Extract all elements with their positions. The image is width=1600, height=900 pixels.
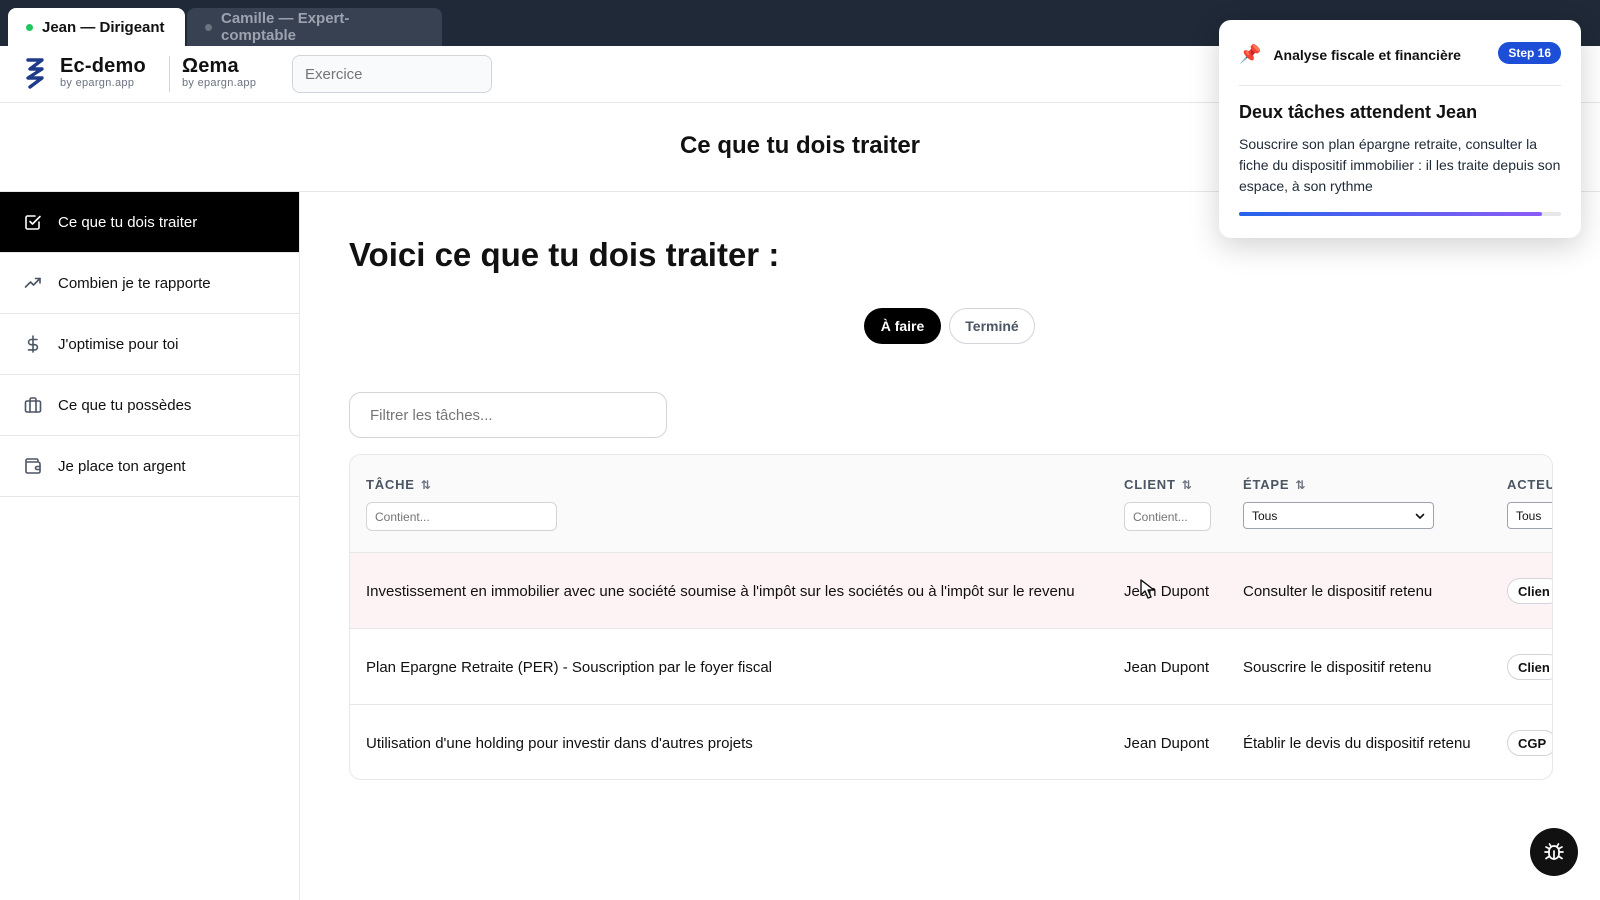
column-header-task[interactable]: TÂCHE ⇅ bbox=[366, 477, 432, 492]
column-header-actor[interactable]: ACTEU bbox=[1507, 477, 1553, 492]
brand-divider bbox=[169, 56, 170, 92]
sidebar-item-ce-que-tu-dois-traiter[interactable]: Ce que tu dois traiter bbox=[0, 192, 299, 253]
sort-icon[interactable]: ⇅ bbox=[1295, 478, 1306, 492]
sidebar-item-label: J'optimise pour toi bbox=[58, 335, 179, 353]
actor-badge: Clien bbox=[1507, 654, 1552, 680]
tasks-table: TÂCHE ⇅ CLIENT ⇅ ÉTAPE ⇅ Tous ACTEU Tous… bbox=[349, 454, 1553, 780]
pushpin-icon: 📌 bbox=[1239, 44, 1262, 64]
column-header-client[interactable]: CLIENT ⇅ bbox=[1124, 477, 1193, 492]
client-column-filter[interactable] bbox=[1124, 502, 1211, 531]
table-row[interactable]: Plan Epargne Retraite (PER) - Souscripti… bbox=[350, 629, 1552, 705]
bug-icon bbox=[1544, 843, 1564, 860]
brand-subtitle: by epargn.app bbox=[182, 77, 257, 89]
task-cell: Utilisation d'une holding pour investir … bbox=[366, 734, 753, 752]
sidebar: Ce que tu dois traiter Combien je te rap… bbox=[0, 192, 300, 900]
popover-section: Analyse fiscale et financière bbox=[1273, 46, 1461, 63]
active-status-dot bbox=[26, 23, 33, 31]
brand-name: Ec-demo bbox=[60, 55, 146, 77]
brand-ec-demo[interactable]: Ec-demo by epargn.app bbox=[60, 56, 146, 90]
tab-jean-dirigeant[interactable]: Jean — Dirigeant bbox=[8, 8, 185, 46]
actor-badge: Clien bbox=[1507, 578, 1552, 604]
column-header-stage[interactable]: ÉTAPE ⇅ bbox=[1243, 477, 1306, 492]
exercice-input[interactable] bbox=[292, 55, 492, 93]
brand-subtitle: by epargn.app bbox=[60, 77, 135, 89]
filter-termine-button[interactable]: Terminé bbox=[949, 308, 1035, 344]
client-cell: Jean Dupont bbox=[1124, 582, 1210, 600]
tour-popover: 📌 Analyse fiscale et financière Step 16 … bbox=[1219, 20, 1581, 238]
popover-title: Deux tâches attendent Jean bbox=[1239, 102, 1478, 122]
main-heading: Voici ce que tu dois traiter : bbox=[349, 236, 780, 273]
table-header: TÂCHE ⇅ CLIENT ⇅ ÉTAPE ⇅ Tous ACTEU Tous bbox=[350, 455, 1553, 553]
task-column-filter[interactable] bbox=[366, 502, 557, 531]
sidebar-item-j-optimise-pour-toi[interactable]: J'optimise pour toi bbox=[0, 314, 299, 375]
mouse-cursor-icon bbox=[1140, 579, 1155, 599]
client-cell: Jean Dupont bbox=[1124, 734, 1210, 752]
sidebar-item-je-place-ton-argent[interactable]: Je place ton argent bbox=[0, 436, 299, 497]
chevron-down-icon bbox=[1415, 513, 1425, 519]
task-cell: Plan Epargne Retraite (PER) - Souscripti… bbox=[366, 658, 773, 676]
inactive-status-dot bbox=[205, 23, 212, 31]
sidebar-item-ce-que-tu-possedes[interactable]: Ce que tu possèdes bbox=[0, 375, 299, 436]
table-row[interactable]: Investissement en immobilier avec une so… bbox=[350, 553, 1552, 629]
check-square-icon bbox=[25, 215, 41, 230]
sidebar-item-label: Ce que tu dois traiter bbox=[58, 213, 198, 231]
select-value: Tous bbox=[1516, 508, 1542, 523]
actor-column-select[interactable]: Tous bbox=[1507, 502, 1552, 529]
task-filter-input[interactable] bbox=[349, 392, 667, 438]
brand-name: Ωema bbox=[182, 55, 239, 77]
sidebar-item-label: Combien je te rapporte bbox=[58, 274, 211, 292]
actor-badge: CGP bbox=[1507, 730, 1552, 756]
column-label: TÂCHE bbox=[366, 477, 415, 492]
trending-up-icon bbox=[24, 277, 41, 288]
table-row[interactable]: Utilisation d'une holding pour investir … bbox=[350, 705, 1552, 779]
stage-cell: Établir le devis du dispositif retenu bbox=[1243, 734, 1471, 752]
task-cell: Investissement en immobilier avec une so… bbox=[366, 582, 1075, 600]
tab-label: Camille — Expert-comptable bbox=[221, 10, 350, 44]
dollar-icon bbox=[27, 335, 39, 353]
popover-body: Souscrire son plan épargne retraite, con… bbox=[1239, 136, 1561, 194]
briefcase-icon bbox=[24, 397, 42, 413]
sort-icon[interactable]: ⇅ bbox=[421, 478, 432, 492]
wallet-icon bbox=[25, 458, 41, 474]
ec-demo-logo-icon bbox=[26, 58, 44, 89]
popover-header: 📌 Analyse fiscale et financière Step 16 bbox=[1239, 42, 1561, 65]
popover-divider bbox=[1239, 85, 1561, 86]
stage-column-select[interactable]: Tous bbox=[1243, 502, 1434, 529]
bug-report-button[interactable] bbox=[1530, 828, 1578, 876]
tab-camille-expert-comptable[interactable]: Camille — Expert-comptable bbox=[187, 8, 442, 46]
column-label: ACTEU bbox=[1507, 477, 1553, 492]
tab-label: Jean — Dirigeant bbox=[42, 18, 165, 36]
client-cell: Jean Dupont bbox=[1124, 658, 1210, 676]
column-label: CLIENT bbox=[1124, 477, 1176, 492]
tour-progress-fill bbox=[1239, 212, 1542, 216]
brand-qema[interactable]: Ωema by epargn.app bbox=[182, 56, 256, 90]
step-badge: Step 16 bbox=[1498, 42, 1561, 64]
tour-progress-bar bbox=[1239, 212, 1561, 216]
stage-cell: Consulter le dispositif retenu bbox=[1243, 582, 1433, 600]
column-label: ÉTAPE bbox=[1243, 477, 1290, 492]
sidebar-item-combien-je-te-rapporte[interactable]: Combien je te rapporte bbox=[0, 253, 299, 314]
stage-cell: Souscrire le dispositif retenu bbox=[1243, 658, 1432, 676]
sidebar-item-label: Ce que tu possèdes bbox=[58, 396, 192, 414]
sidebar-item-label: Je place ton argent bbox=[58, 457, 186, 475]
sort-icon[interactable]: ⇅ bbox=[1182, 478, 1193, 492]
select-value: Tous bbox=[1252, 508, 1278, 523]
filter-a-faire-button[interactable]: À faire bbox=[864, 308, 941, 344]
